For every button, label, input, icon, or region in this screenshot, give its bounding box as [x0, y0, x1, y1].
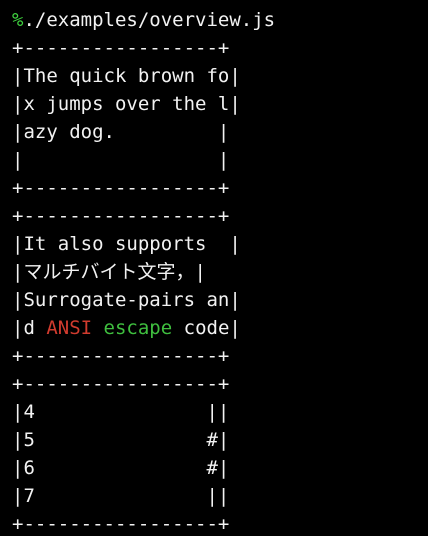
output-text-segment: |4 || [12, 401, 230, 423]
output-line: |6 #| [12, 454, 241, 482]
output-text-segment: |Surrogate-pairs an| [12, 289, 241, 311]
output-text-segment: |5 #| [12, 429, 230, 451]
output-line: +-----------------+ [12, 202, 241, 230]
output-text-segment: | | [12, 149, 230, 171]
output-text-segment: |6 #| [12, 457, 230, 479]
output-line: |Surrogate-pairs an| [12, 286, 241, 314]
output-text-segment: |d [12, 317, 47, 339]
output-line: +-----------------+ [12, 174, 241, 202]
output-line: |x jumps over the l| [12, 90, 241, 118]
output-text-segment [92, 317, 103, 339]
output-text-segment: +-----------------+ [12, 373, 230, 395]
output-text-segment: |マルチバイト文字，| [12, 261, 206, 283]
output-text-segment: +-----------------+ [12, 513, 230, 535]
output-text-segment: +-----------------+ [12, 205, 230, 227]
command-text: ./examples/overview.js [23, 9, 276, 31]
output-text-segment: |azy dog. | [12, 121, 230, 143]
terminal-window[interactable]: %./examples/overview.js +---------------… [0, 0, 428, 536]
output-text-segment: +-----------------+ [12, 37, 230, 59]
output-text-segment: code| [172, 317, 241, 339]
command-output: +-----------------+ |The quick brown fo| |… [12, 34, 241, 536]
output-text-segment: ANSI [46, 317, 93, 339]
output-line: +-----------------+ [12, 510, 241, 536]
output-line: |It also supports | [12, 230, 241, 258]
command-prompt-line: %./examples/overview.js [12, 6, 275, 34]
output-line: |5 #| [12, 426, 241, 454]
output-line: |d ANSI escape code| [12, 314, 241, 342]
output-line: |The quick brown fo| [12, 62, 241, 90]
output-line: |7 || [12, 482, 241, 510]
output-line: |マルチバイト文字，| [12, 258, 241, 286]
output-text-segment: |x jumps over the l| [12, 93, 241, 115]
output-text-segment: |It also supports | [12, 233, 241, 255]
output-line: | | [12, 146, 241, 174]
output-line: |4 || [12, 398, 241, 426]
output-line: +-----------------+ [12, 342, 241, 370]
output-text-segment: |7 || [12, 485, 230, 507]
output-text-segment: +-----------------+ [12, 177, 230, 199]
output-text-segment: escape [103, 317, 173, 339]
output-text-segment: +-----------------+ [12, 345, 230, 367]
prompt-symbol: % [12, 9, 24, 31]
output-line: |azy dog. | [12, 118, 241, 146]
output-text-segment: |The quick brown fo| [12, 65, 241, 87]
output-line: +-----------------+ [12, 34, 241, 62]
output-line: +-----------------+ [12, 370, 241, 398]
